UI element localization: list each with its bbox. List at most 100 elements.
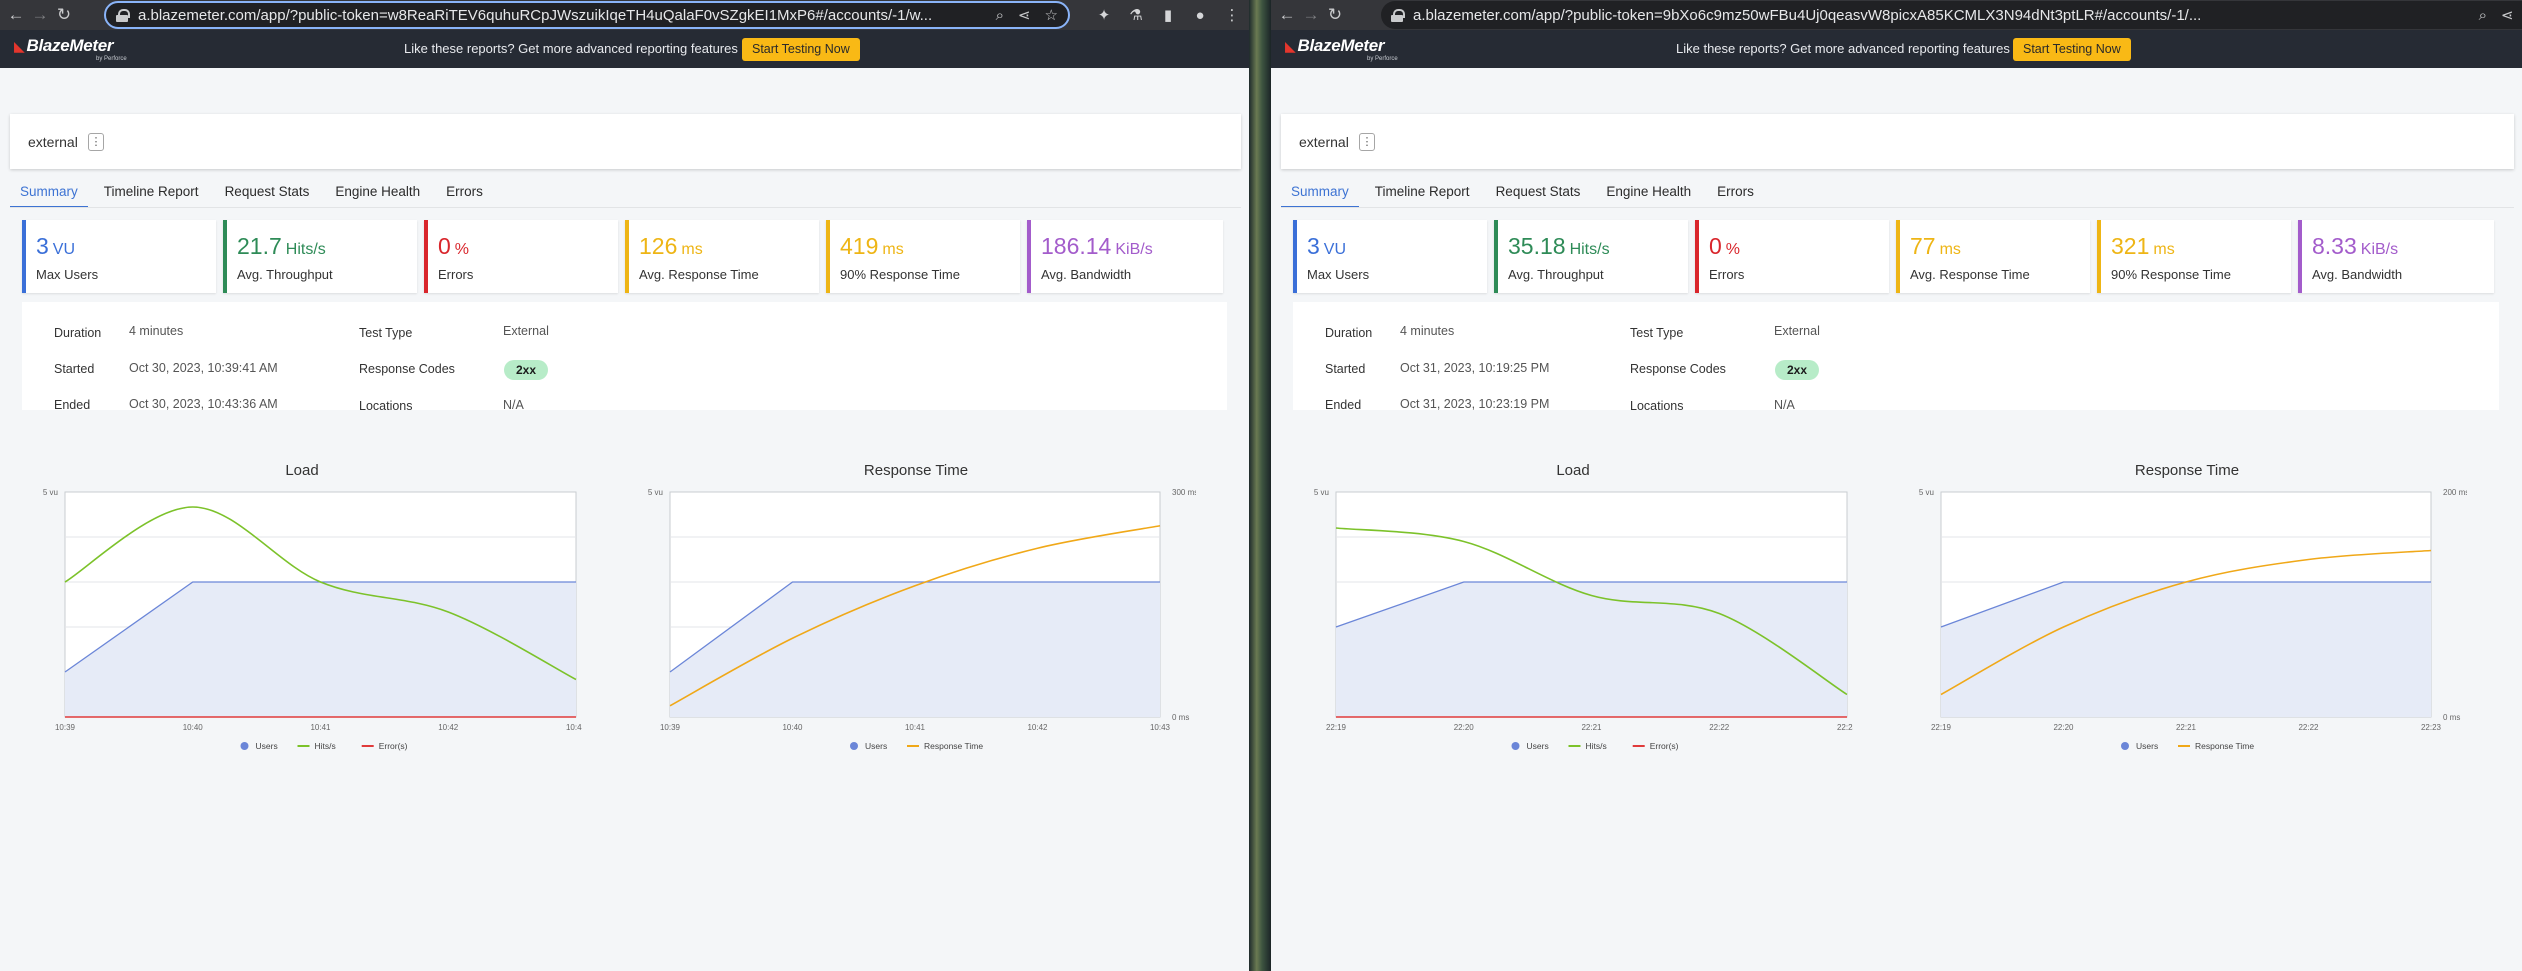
extension-icons: ✦ ⚗ ▮ ● ⋮	[1088, 0, 1248, 30]
back-icon[interactable]: ←	[4, 5, 28, 25]
test-details-panel: Duration 4 minutes Started Oct 30, 2023,…	[22, 302, 1227, 413]
start-testing-button[interactable]: Start Testing Now	[742, 38, 860, 61]
tab-errors[interactable]: Errors	[1707, 182, 1764, 208]
x-tick-label: 10:43	[566, 723, 582, 732]
reload-icon[interactable]: ↻	[1323, 5, 1347, 25]
more-options-icon[interactable]: ⋮	[88, 133, 104, 151]
test-type-value: External	[1774, 324, 1820, 338]
logo-byline: by Perforce	[1367, 56, 1398, 62]
duration-value: 4 minutes	[1400, 324, 1455, 338]
start-testing-button[interactable]: Start Testing Now	[2013, 38, 2131, 61]
x-tick-label: 22:19	[1326, 723, 1347, 732]
profile-icon[interactable]: ●	[1184, 7, 1216, 24]
kpi-value: 21.7 Hits/s	[237, 233, 326, 259]
x-tick-label: 10:40	[782, 723, 803, 732]
zoom-search-icon[interactable]: ⌕	[2479, 7, 2487, 24]
response-codes-label: Response Codes	[1630, 362, 1726, 376]
forward-icon[interactable]: →	[1299, 5, 1323, 25]
kpi-unit: KiB/s	[2360, 241, 2399, 258]
legend-item: Users	[1511, 741, 1549, 751]
report-name: external	[1299, 134, 1349, 150]
x-tick-label: 22:23	[1837, 723, 1853, 732]
legend-users-dot	[1511, 742, 1520, 750]
kpi-value: 321 ms	[2111, 233, 2175, 259]
share-icon[interactable]: ⋖	[2501, 6, 2514, 24]
report-body: external ⋮ Summary Timeline Report Reque…	[1271, 68, 2522, 971]
legend-label: Users	[256, 741, 278, 751]
bookmark-star-icon[interactable]: ☆	[1045, 6, 1058, 24]
browser-toolbar: ← → ↻ a.blazemeter.com/app/?public-token…	[0, 0, 1249, 30]
lab-flask-icon[interactable]: ⚗	[1120, 6, 1152, 24]
kpi-card: 0% Errors	[424, 220, 618, 293]
blazemeter-logo[interactable]: ◣ BlazeMeter	[14, 36, 114, 56]
tab-summary[interactable]: Summary	[10, 182, 88, 208]
kpi-value: 3 VU	[36, 233, 76, 259]
lock-icon	[116, 8, 130, 22]
locations-value: N/A	[1774, 398, 1795, 412]
x-tick-label: 22:21	[2176, 723, 2197, 732]
extensions-puzzle-icon[interactable]: ✦	[1088, 6, 1120, 24]
back-icon[interactable]: ←	[1275, 5, 1299, 25]
kpi-label: 90% Response Time	[840, 267, 960, 282]
tab-errors[interactable]: Errors	[436, 182, 493, 208]
duration-label: Duration	[1325, 326, 1373, 340]
load-chart-svg: 5 vu30010:3910:4010:4110:4210:43UsersHit…	[43, 488, 582, 751]
x-tick-label: 10:41	[905, 723, 926, 732]
test-type-label: Test Type	[359, 326, 413, 340]
window-divider[interactable]	[1249, 0, 1271, 971]
legend-label: Users	[2136, 741, 2158, 751]
tab-summary[interactable]: Summary	[1281, 182, 1359, 208]
tab-timeline-report[interactable]: Timeline Report	[1365, 182, 1480, 208]
kpi-card: 21.7 Hits/s Avg. Throughput	[223, 220, 417, 293]
kpi-card: 8.33 KiB/s Avg. Bandwidth	[2298, 220, 2494, 293]
kpi-label: Avg. Response Time	[639, 267, 759, 282]
forward-icon[interactable]: →	[28, 5, 52, 25]
response-code-badge: 2xx	[504, 360, 549, 380]
reload-icon[interactable]: ↻	[52, 5, 76, 25]
kpi-label: Max Users	[36, 267, 99, 282]
tab-request-stats[interactable]: Request Stats	[1486, 182, 1591, 208]
tab-divider	[1281, 207, 2514, 208]
y-left-top-label: 5 vu	[43, 488, 58, 497]
legend-label: Users	[1527, 741, 1549, 751]
started-label: Started	[1325, 362, 1366, 376]
zoom-search-icon[interactable]: ⌕	[996, 7, 1004, 24]
kpi-value: 0%	[1709, 233, 1741, 259]
lock-icon	[1391, 8, 1405, 22]
x-tick-label: 22:22	[2298, 723, 2319, 732]
kpi-value: 77 ms	[1910, 233, 1961, 259]
address-bar[interactable]: a.blazemeter.com/app/?public-token=9bXo6…	[1381, 1, 2522, 29]
tab-request-stats[interactable]: Request Stats	[215, 182, 320, 208]
kpi-row: 3 VU Max Users 21.7 Hits/s Avg. Throughput 0% E…	[22, 220, 1230, 293]
blazemeter-logo[interactable]: ◣ BlazeMeter	[1285, 36, 1385, 56]
load-chart: Load 5 vu30010:3910:4010:4110:4210:43Use…	[22, 462, 582, 822]
address-bar[interactable]: a.blazemeter.com/app/?public-token=w8Rea…	[104, 1, 1070, 29]
tab-engine-health[interactable]: Engine Health	[325, 182, 430, 208]
browser-menu-icon[interactable]: ⋮	[1216, 6, 1248, 24]
ended-value: Oct 30, 2023, 10:43:36 AM	[129, 397, 278, 411]
kpi-card: 321 ms 90% Response Time	[2097, 220, 2291, 293]
test-type-label: Test Type	[1630, 326, 1684, 340]
share-icon[interactable]: ⋖	[1018, 6, 1031, 24]
y-right-top-label: 300 ms	[1172, 488, 1196, 497]
legend-item: Hits/s	[297, 741, 336, 751]
report-tabs: Summary Timeline Report Request Stats En…	[10, 182, 499, 208]
load-chart-title: Load	[285, 462, 319, 479]
started-label: Started	[54, 362, 95, 376]
legend-item: Hits/s	[1568, 741, 1607, 751]
kpi-card: 35.18 Hits/s Avg. Throughput	[1494, 220, 1688, 293]
response-time-chart: Response Time 5 vu 300 ms 0 ms 10:39 10:40 10…	[636, 462, 1196, 822]
logo-byline: by Perforce	[96, 56, 127, 62]
side-panel-icon[interactable]: ▮	[1152, 6, 1184, 24]
tab-timeline-report[interactable]: Timeline Report	[94, 182, 209, 208]
legend-label: Hits/s	[1586, 741, 1607, 751]
more-options-icon[interactable]: ⋮	[1359, 133, 1375, 151]
legend-users-dot	[2121, 742, 2129, 750]
load-chart: Load 5 vu50022:1922:2022:2122:2222:23Use…	[1293, 462, 1853, 822]
test-type-value: External	[503, 324, 549, 338]
x-tick-label: 10:40	[183, 723, 204, 732]
x-tick-label: 22:21	[1581, 723, 1602, 732]
tab-engine-health[interactable]: Engine Health	[1596, 182, 1701, 208]
legend-users-dot	[240, 742, 249, 750]
kpi-value: 186.14 KiB/s	[1041, 233, 1153, 259]
